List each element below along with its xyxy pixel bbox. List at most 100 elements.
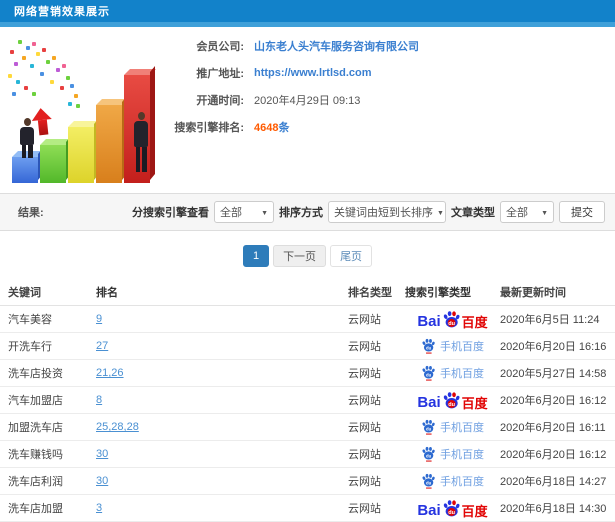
update-time-cell: 2020年6月20日 16:16 — [500, 341, 607, 353]
table-row: 汽车美容 9 云网站 Bai du 百度 2020年6月5日 11:24 — [0, 306, 615, 333]
title-bar-accent — [0, 22, 615, 27]
engine-filter-value: 全部 — [220, 207, 242, 219]
baidu-paw-icon: du — [443, 499, 460, 516]
rank-type-cell: 云网站 — [348, 449, 381, 461]
page: 网络营销效果展示 会员公司: 山东老人头汽车服务咨询有限公司 推广地址: htt… — [0, 0, 615, 522]
rank-link[interactable]: 25,28,28 — [96, 421, 348, 433]
rank-type-cell: 云网站 — [348, 341, 381, 353]
rank-type-cell: 云网站 — [348, 422, 381, 434]
baidu-paw-icon: du — [443, 310, 460, 327]
member-info-panel: 会员公司: 山东老人头汽车服务咨询有限公司 推广地址: https://www.… — [172, 32, 612, 140]
filter-bar: 结果: 分搜索引擎查看 全部 排序方式 关键词由短到长排序 文章类型 全部 提交 — [0, 193, 615, 231]
col-header-update-time: 最新更新时间 — [500, 286, 566, 299]
bar-blue — [12, 157, 38, 183]
next-page-button[interactable]: 下一页 — [273, 245, 327, 267]
table-row: 加盟洗车店 25,28,28 云网站 Bai du 百度 — [0, 414, 615, 441]
svg-text:du: du — [426, 372, 432, 377]
col-header-rank-type: 排名类型 — [348, 286, 392, 299]
baidu-mobile-paw-icon: du — [422, 338, 435, 354]
update-time-cell: 2020年6月18日 14:27 — [500, 476, 607, 488]
businessman-figure-right — [132, 112, 150, 172]
keyword-cell: 洗车赚钱吗 — [8, 449, 63, 461]
keyword-rank-table: 关键词 排名 排名类型 搜索引擎类型 最新更新时间 汽车美容 9 云网站 Bai… — [0, 278, 615, 522]
keyword-cell: 汽车美容 — [8, 314, 52, 326]
baidu-mobile-logo: du 手机百度 — [421, 419, 484, 435]
info-row-company: 会员公司: 山东老人头汽车服务咨询有限公司 — [172, 32, 612, 59]
svg-text:du: du — [448, 402, 455, 408]
rank-link[interactable]: 3 — [96, 502, 348, 514]
rank-link[interactable]: 30 — [96, 448, 348, 460]
rank-type-cell: 云网站 — [348, 314, 381, 326]
bar-orange — [96, 105, 122, 183]
pagination: 1 下一页 尾页 — [0, 245, 615, 267]
table-row: 洗车店投资 21,26 云网站 Bai du 百度 — [0, 360, 615, 387]
baidu-mobile-logo: du 手机百度 — [421, 473, 484, 489]
engine-cell: Bai du 百度 — [405, 365, 500, 381]
svg-text:du: du — [426, 480, 432, 485]
rank-type-cell: 云网站 — [348, 503, 381, 515]
chevron-down-icon — [537, 206, 548, 218]
baidu-mobile-paw-icon: du — [422, 419, 435, 435]
rank-link[interactable]: 30 — [96, 475, 348, 487]
baidu-paw-icon: du — [443, 391, 460, 408]
sort-label: 排序方式 — [279, 207, 323, 219]
article-type-select[interactable]: 全部 — [500, 201, 554, 223]
engine-cell: Bai du 百度 — [405, 419, 500, 435]
keyword-cell: 洗车店加盟 — [8, 503, 63, 515]
engine-filter-label: 分搜索引擎查看 — [132, 207, 209, 219]
keyword-cell: 开洗车行 — [8, 341, 52, 353]
submit-button[interactable]: 提交 — [559, 201, 605, 223]
svg-text:du: du — [426, 426, 432, 431]
bar-yellow — [68, 127, 94, 183]
promo-url-link[interactable]: https://www.lrtlsd.com — [254, 67, 372, 79]
baidu-pc-logo: Bai du 百度 — [417, 310, 488, 329]
update-time-cell: 2020年6月20日 16:12 — [500, 449, 607, 461]
update-time-cell: 2020年6月18日 14:30 — [500, 503, 607, 515]
baidu-mobile-logo: du 手机百度 — [421, 338, 484, 354]
keyword-cell: 汽车加盟店 — [8, 395, 63, 407]
info-row-open-time: 开通时间: 2020年4月29日 09:13 — [172, 86, 612, 113]
confetti-dots — [2, 32, 6, 36]
update-time-cell: 2020年6月5日 11:24 — [500, 314, 600, 326]
rank-link[interactable]: 27 — [96, 340, 348, 352]
baidu-pc-logo: Bai du 百度 — [417, 499, 488, 518]
svg-text:du: du — [448, 510, 455, 516]
rank-count-unit: 条 — [278, 121, 290, 134]
col-header-keyword: 关键词 — [8, 286, 41, 299]
rank-count-label: 搜索引擎排名: — [174, 121, 244, 134]
baidu-mobile-logo: du 手机百度 — [421, 446, 484, 462]
table-row: 洗车店利润 30 云网站 Bai du 百度 — [0, 468, 615, 495]
open-time-value: 2020年4月29日 09:13 — [254, 94, 361, 107]
promo-url-label: 推广地址: — [196, 67, 244, 80]
title-bar: 网络营销效果展示 — [0, 0, 615, 22]
result-label: 结果: — [18, 207, 44, 219]
rank-type-cell: 云网站 — [348, 368, 381, 380]
svg-text:du: du — [426, 345, 432, 350]
rank-link[interactable]: 8 — [96, 394, 348, 406]
page-1-button[interactable]: 1 — [242, 245, 270, 267]
info-row-url: 推广地址: https://www.lrtlsd.com — [172, 59, 612, 86]
last-page-button[interactable]: 尾页 — [330, 245, 373, 267]
businessman-figure-left — [18, 118, 36, 158]
svg-text:du: du — [426, 453, 432, 458]
rank-type-cell: 云网站 — [348, 476, 381, 488]
info-row-rank-count: 搜索引擎排名: 4648条 — [172, 113, 612, 140]
article-type-label: 文章类型 — [451, 207, 495, 219]
engine-cell: Bai du 百度 — [405, 499, 500, 518]
sort-value: 关键词由短到长排序 — [334, 207, 433, 219]
sort-select[interactable]: 关键词由短到长排序 — [328, 201, 446, 223]
baidu-mobile-paw-icon: du — [422, 365, 435, 381]
engine-filter-select[interactable]: 全部 — [214, 201, 274, 223]
update-time-cell: 2020年6月20日 16:11 — [500, 422, 606, 434]
company-name-link[interactable]: 山东老人头汽车服务咨询有限公司 — [254, 38, 419, 54]
keyword-cell: 洗车店投资 — [8, 368, 63, 380]
rank-link[interactable]: 21,26 — [96, 367, 348, 379]
table-row: 开洗车行 27 云网站 Bai du 百度 — [0, 333, 615, 360]
rank-link[interactable]: 9 — [96, 313, 348, 325]
baidu-mobile-logo: du 手机百度 — [421, 365, 484, 381]
keyword-cell: 洗车店利润 — [8, 476, 63, 488]
table-row: 洗车店加盟 3 云网站 Bai du 百度 2020年6月18日 14:30 — [0, 495, 615, 522]
col-header-rank: 排名 — [96, 286, 118, 299]
chevron-down-icon — [257, 206, 268, 218]
col-header-engine-type: 搜索引擎类型 — [405, 286, 471, 299]
